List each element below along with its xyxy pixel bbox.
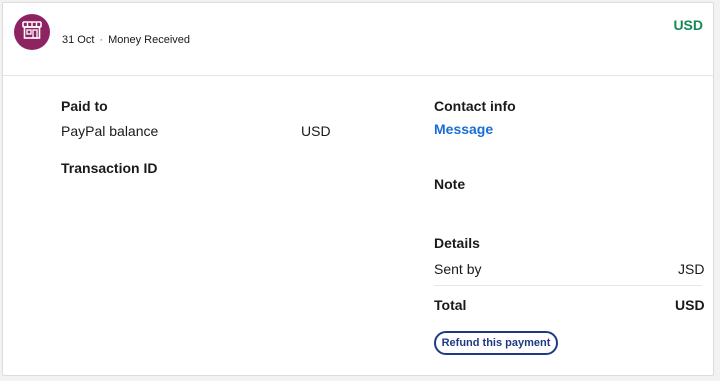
paid-to-label: Paid to [61,98,108,114]
meta-separator: · [99,34,104,46]
transaction-meta: 31 Oct · Money Received [62,34,190,46]
merchant-avatar [14,14,50,50]
details-label: Details [434,235,480,251]
message-link[interactable]: Message [434,121,493,137]
transaction-id-label: Transaction ID [61,160,158,176]
details-divider [434,285,702,286]
note-label: Note [434,176,466,192]
paid-to-account: PayPal balance [61,123,159,139]
total-label: Total [434,297,467,313]
sent-by-currency: JSD [678,261,705,277]
transaction-details-card: 31 Oct · Money Received USD Paid to PayPal… [2,2,714,376]
transaction-header: 31 Oct · Money Received USD [3,3,713,76]
transaction-amount: USD [673,17,703,33]
transaction-date: 31 Oct [62,34,95,46]
sent-by-label: Sent by [434,261,482,277]
transaction-status: Money Received [108,34,191,46]
contact-info-label: Contact info [434,98,516,114]
paid-to-currency: USD [301,123,331,139]
storefront-icon [21,19,43,46]
refund-button[interactable]: Refund this payment [434,331,558,355]
amount-currency: USD [673,17,703,33]
total-currency: USD [675,297,705,313]
